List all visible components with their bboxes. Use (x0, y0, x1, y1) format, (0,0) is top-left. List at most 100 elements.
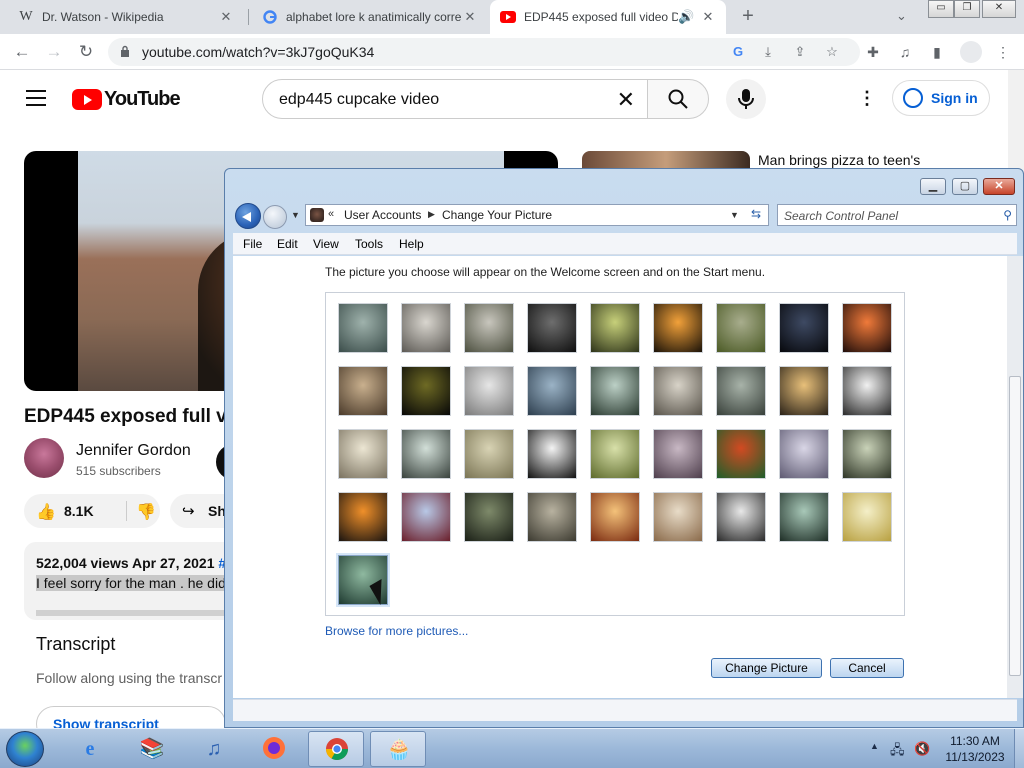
thumbs-up-icon[interactable]: 👍 (36, 502, 56, 522)
maximize-button[interactable]: ▢ (952, 178, 978, 195)
picture-tile-eyeball-bird[interactable] (842, 366, 892, 416)
dialog-scrollbar[interactable] (1007, 256, 1023, 698)
picture-tile-winged-creature[interactable] (590, 366, 640, 416)
picture-tile-misty-fog[interactable] (716, 366, 766, 416)
tab-youtube[interactable]: EDP445 exposed full video D 🔊 ✕ (490, 0, 726, 34)
system-clock[interactable]: 11:30 AM 11/13/2023 (940, 733, 1010, 765)
menu-file[interactable]: File (243, 237, 262, 251)
extensions-puzzle-icon[interactable]: ✚ (864, 43, 882, 61)
window-close-button[interactable]: ✕ (982, 0, 1016, 18)
picture-tile-green-sheep[interactable] (590, 429, 640, 479)
bookmark-star-icon[interactable]: ☆ (824, 44, 840, 60)
picture-tile-fire-road[interactable] (842, 303, 892, 353)
picture-tile-empty-chair[interactable] (716, 492, 766, 542)
profile-avatar-icon[interactable] (960, 41, 982, 63)
install-app-icon[interactable]: ⤓ (760, 44, 776, 60)
change-picture-button[interactable]: Change Picture (711, 658, 822, 678)
google-translate-icon[interactable]: G (730, 44, 746, 60)
picture-tile-pyramid[interactable] (464, 429, 514, 479)
picture-tile-forest-path[interactable] (338, 303, 388, 353)
menu-edit[interactable]: Edit (277, 237, 298, 251)
picture-tile-sphere-ruins[interactable] (653, 366, 703, 416)
picture-tile-eiffel-clouds[interactable] (653, 492, 703, 542)
channel-name[interactable]: Jennifer Gordon (76, 442, 191, 460)
chrome-menu-icon[interactable]: ⋮ (994, 43, 1012, 61)
side-panel-icon[interactable]: ▮ (928, 43, 946, 61)
back-arrow-icon[interactable] (235, 203, 261, 229)
share-icon[interactable]: ⇪ (792, 44, 808, 60)
start-button[interactable] (6, 731, 44, 767)
control-panel-taskbar-icon[interactable]: 🧁 (370, 731, 426, 767)
address-dropdown-icon[interactable]: ▼ (730, 210, 739, 220)
breadcrumb-change-your-picture[interactable]: Change Your Picture (442, 208, 552, 222)
audio-playing-icon[interactable]: 🔊 (678, 9, 694, 25)
scrollbar-thumb[interactable] (1009, 376, 1021, 676)
reload-icon[interactable]: ↻ (76, 42, 96, 62)
search-input[interactable]: edp445 cupcake video ✕ (262, 79, 648, 119)
volume-muted-icon[interactable]: 🔇 (914, 741, 930, 757)
tab-google-search[interactable]: alphabet lore k anatimically corre ✕ (252, 0, 488, 34)
tab-search-chevron-icon[interactable]: ⌄ (896, 8, 907, 24)
menu-tools[interactable]: Tools (355, 237, 383, 251)
media-controls-icon[interactable]: ♫ (896, 43, 914, 61)
picture-tile-stormy-hills[interactable] (464, 303, 514, 353)
refresh-icon[interactable]: ⇆ (746, 207, 766, 223)
picture-tile-green-castle[interactable] (842, 429, 892, 479)
menu-help[interactable]: Help (399, 237, 424, 251)
picture-tile-gramophone[interactable] (401, 303, 451, 353)
menu-view[interactable]: View (313, 237, 339, 251)
show-desktop-button[interactable] (1014, 729, 1024, 768)
show-hidden-icons-icon[interactable]: ▲ (870, 741, 879, 751)
close-button[interactable]: ✕ (983, 178, 1015, 195)
picture-tile-rusted-box[interactable] (338, 366, 388, 416)
picture-tile-skeleton-creature[interactable] (527, 303, 577, 353)
itunes-taskbar-icon[interactable]: ♫ (186, 731, 242, 767)
forward-arrow-icon[interactable]: → (44, 42, 64, 62)
picture-tile-melting-clock[interactable] (779, 366, 829, 416)
picture-tile-blue-tower[interactable] (527, 366, 577, 416)
picture-tile-dark-stage[interactable] (779, 303, 829, 353)
youtube-logo[interactable]: YouTube (72, 88, 181, 110)
recent-pages-chevron-icon[interactable]: ▼ (291, 210, 300, 220)
picture-tile-creature-eye[interactable] (779, 429, 829, 479)
picture-tile-cat-eye[interactable] (401, 366, 451, 416)
window-restore-button[interactable]: ❐ (954, 0, 980, 18)
close-tab-icon[interactable]: ✕ (462, 9, 478, 25)
channel-avatar[interactable] (24, 438, 64, 478)
close-tab-icon[interactable]: ✕ (700, 9, 716, 25)
menu-hamburger-icon[interactable] (26, 90, 46, 106)
description-box[interactable]: 522,004 views Apr 27, 2021 # I feel sorr… (24, 542, 234, 620)
network-icon[interactable]: 🖧 (890, 741, 905, 763)
new-tab-button[interactable]: + (736, 4, 760, 28)
close-tab-icon[interactable]: ✕ (218, 9, 234, 25)
picture-tile-fire-dancer[interactable] (590, 492, 640, 542)
thumbs-down-icon[interactable]: 👎 (136, 502, 156, 522)
picture-tile-red-green-orb[interactable] (716, 429, 766, 479)
picture-tile-lighthouse-clouds[interactable] (464, 366, 514, 416)
breadcrumb[interactable]: « User Accounts ▶ Change Your Picture ▼ … (305, 204, 769, 226)
address-bar[interactable]: youtube.com/watch?v=3kJ7goQuK34 G ⤓ ⇪ ☆ (108, 38, 860, 66)
back-arrow-icon[interactable]: ← (12, 42, 32, 62)
picture-tile-ruined-bridge[interactable] (527, 492, 577, 542)
picture-tile-haunted-tree-house[interactable] (590, 303, 640, 353)
minimize-button[interactable]: ▁ (920, 178, 946, 195)
search-icon[interactable]: ⚲ (1003, 208, 1012, 222)
picture-tile-rail-tracks[interactable] (653, 429, 703, 479)
picture-tile-dark-forest[interactable] (464, 492, 514, 542)
breadcrumb-overflow-icon[interactable]: « (328, 208, 334, 220)
picture-tile-flame-dragon[interactable] (338, 492, 388, 542)
window-minimize-button[interactable]: ▭ (928, 0, 954, 18)
voice-search-button[interactable] (726, 79, 766, 119)
recommended-title[interactable]: Man brings pizza to teen's (758, 152, 920, 168)
like-count[interactable]: 8.1K (64, 503, 94, 519)
picture-tile-orange-night-castle[interactable] (653, 303, 703, 353)
browse-pictures-link[interactable]: Browse for more pictures... (325, 624, 468, 638)
chrome-taskbar-icon[interactable] (308, 731, 364, 767)
search-control-panel-input[interactable]: Search Control Panel ⚲ (777, 204, 1017, 226)
breadcrumb-arrow-icon[interactable]: ▶ (428, 209, 435, 220)
picture-tile-ink-splat[interactable] (527, 429, 577, 479)
forward-arrow-icon[interactable] (263, 205, 287, 229)
clear-search-icon[interactable]: ✕ (617, 87, 635, 113)
tab-wikipedia[interactable]: W Dr. Watson - Wikipedia ✕ (8, 0, 244, 34)
picture-tile-tree-box[interactable] (401, 429, 451, 479)
